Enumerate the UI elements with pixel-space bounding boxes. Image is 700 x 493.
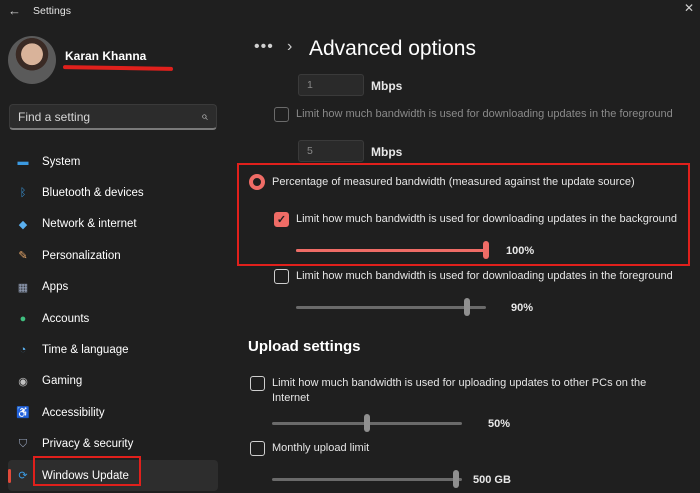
- title-bar: ← Settings ✕: [0, 0, 700, 22]
- sidebar-item-time-language[interactable]: ◔ Time & language: [8, 334, 218, 365]
- monitor-icon: ▬: [17, 155, 29, 168]
- main-content: ••• › Advanced options 1 Mbps Limit how …: [232, 22, 700, 493]
- globe-clock-icon: ◔: [19, 344, 27, 357]
- close-icon[interactable]: ✕: [684, 1, 694, 15]
- sidebar-item-personalization[interactable]: ✎ Personalization: [8, 240, 218, 271]
- monthly-upload-checkbox[interactable]: [250, 441, 265, 456]
- wifi-icon: ◆: [18, 218, 28, 231]
- shield-icon: ⛉: [18, 437, 28, 450]
- person-icon: ●: [19, 312, 27, 325]
- sidebar-item-label: Accessibility: [42, 406, 105, 419]
- foreground-limit-checkbox[interactable]: [274, 269, 289, 284]
- brush-icon: ✎: [18, 250, 28, 263]
- sidebar-item-windows-update[interactable]: ⟳ Windows Update: [8, 455, 218, 492]
- sidebar-item-label: Personalization: [42, 249, 121, 262]
- apps-icon: ▦: [17, 281, 29, 294]
- percentage-radio-button[interactable]: [249, 174, 265, 190]
- sidebar-item-label: Time & language: [42, 344, 129, 357]
- monthly-upload-label: Monthly upload limit: [272, 442, 370, 454]
- search-input[interactable]: [18, 110, 193, 124]
- foreground-percent-value: 90%: [511, 302, 534, 314]
- absolute-background-input[interactable]: 5: [298, 140, 364, 162]
- sidebar-item-label: Privacy & security: [42, 438, 134, 451]
- update-icon: ⟳: [18, 470, 28, 483]
- upload-limit-checkbox[interactable]: [250, 376, 265, 391]
- absolute-foreground-checkbox[interactable]: [274, 107, 289, 122]
- monthly-upload-slider[interactable]: [272, 470, 462, 488]
- background-percent-value: 100%: [506, 245, 535, 257]
- sidebar-item-label: System: [42, 155, 81, 168]
- percentage-option-label: Percentage of measured bandwidth (measur…: [272, 176, 635, 188]
- gamepad-icon: ◉: [18, 375, 28, 388]
- sidebar-item-network[interactable]: ◆ Network & internet: [8, 209, 218, 240]
- sidebar-item-apps[interactable]: ▦ Apps: [8, 272, 218, 303]
- background-limit-label: Limit how much bandwidth is used for dow…: [296, 213, 677, 225]
- user-name: Karan Khanna: [65, 49, 147, 63]
- slider-thumb[interactable]: [364, 414, 370, 432]
- sidebar-item-accessibility[interactable]: ♿ Accessibility: [8, 397, 218, 428]
- absolute-foreground-unit: Mbps: [371, 79, 403, 93]
- upload-limit-label-line1: Limit how much bandwidth is used for upl…: [272, 377, 647, 389]
- breadcrumb-more-button[interactable]: •••: [254, 38, 274, 56]
- checkmark-icon: ✓: [276, 214, 287, 226]
- search-icon[interactable]: ⌕: [201, 109, 208, 124]
- sidebar-nav: ▬ System ᛒ Bluetooth & devices ◆ Network…: [8, 146, 218, 492]
- slider-thumb[interactable]: [453, 470, 459, 488]
- sidebar-item-label: Network & internet: [42, 218, 137, 231]
- foreground-limit-label: Limit how much bandwidth is used for dow…: [296, 270, 673, 282]
- upload-percent-value: 50%: [488, 418, 511, 430]
- app-title: Settings: [33, 5, 71, 17]
- bluetooth-icon: ᛒ: [19, 187, 27, 200]
- redaction-underline: [62, 65, 174, 71]
- sidebar-item-privacy[interactable]: ⛉ Privacy & security: [8, 429, 218, 460]
- absolute-foreground-label: Limit how much bandwidth is used for dow…: [296, 108, 673, 120]
- sidebar-item-gaming[interactable]: ◉ Gaming: [8, 366, 218, 397]
- page-title: Advanced options: [309, 37, 476, 60]
- sidebar-item-label: Accounts: [42, 312, 90, 325]
- avatar[interactable]: [8, 36, 56, 84]
- sidebar-item-label: Bluetooth & devices: [42, 187, 144, 200]
- upload-settings-heading: Upload settings: [248, 338, 361, 355]
- absolute-background-unit: Mbps: [371, 145, 403, 159]
- absolute-foreground-input[interactable]: 1: [298, 74, 364, 96]
- accessibility-icon: ♿: [16, 407, 30, 420]
- sidebar-item-system[interactable]: ▬ System: [8, 146, 218, 177]
- background-limit-checkbox[interactable]: ✓: [274, 212, 289, 227]
- sidebar-item-label: Windows Update: [42, 469, 129, 482]
- sidebar-item-label: Gaming: [42, 375, 83, 388]
- sidebar-item-bluetooth[interactable]: ᛒ Bluetooth & devices: [8, 177, 218, 208]
- slider-thumb[interactable]: [483, 241, 489, 259]
- sidebar: Karan Khanna ⌕ ▬ System ᛒ Bluetooth & de…: [0, 22, 232, 493]
- sidebar-item-accounts[interactable]: ● Accounts: [8, 303, 218, 334]
- upload-limit-label-line2: Internet: [272, 392, 310, 404]
- background-percent-slider[interactable]: [296, 241, 489, 259]
- slider-thumb[interactable]: [464, 298, 470, 316]
- sidebar-item-label: Apps: [42, 281, 69, 294]
- upload-percent-slider[interactable]: [272, 414, 462, 432]
- back-arrow-icon[interactable]: ←: [8, 3, 21, 18]
- slider-fill: [296, 249, 486, 252]
- breadcrumb-separator: ›: [287, 38, 293, 55]
- foreground-percent-slider[interactable]: [296, 298, 486, 316]
- monthly-upload-value: 500 GB: [473, 474, 511, 486]
- search-box[interactable]: ⌕: [9, 104, 217, 130]
